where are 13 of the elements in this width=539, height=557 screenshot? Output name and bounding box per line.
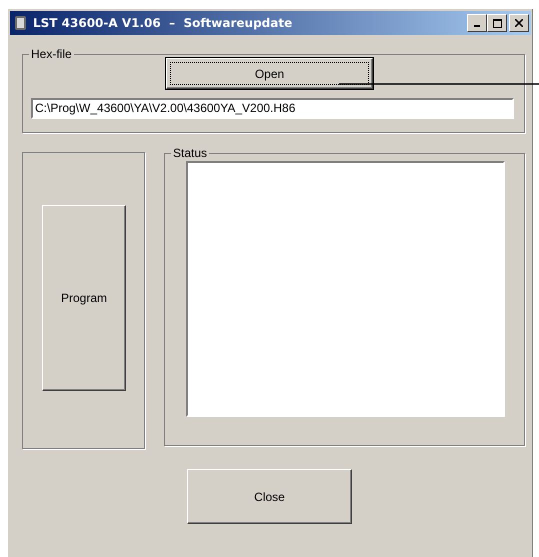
window-close-button[interactable] bbox=[509, 14, 529, 32]
maximize-icon bbox=[492, 18, 502, 28]
open-button[interactable]: Open bbox=[166, 58, 373, 89]
group-label: Status bbox=[172, 146, 208, 160]
program-button[interactable]: Program bbox=[42, 205, 126, 391]
close-icon bbox=[515, 19, 523, 27]
minimize-button[interactable] bbox=[467, 14, 487, 32]
window-title: LST 43600-A V1.06 – Softwareupdate bbox=[33, 16, 294, 30]
maximize-button[interactable] bbox=[487, 14, 507, 32]
close-button[interactable]: Close bbox=[187, 469, 352, 524]
group-label: Hex-file bbox=[30, 47, 73, 61]
app-icon bbox=[13, 15, 29, 31]
path-field[interactable]: C:\Prog\W_43600\YA\V2.00\43600YA_V200.H86 bbox=[31, 98, 514, 119]
